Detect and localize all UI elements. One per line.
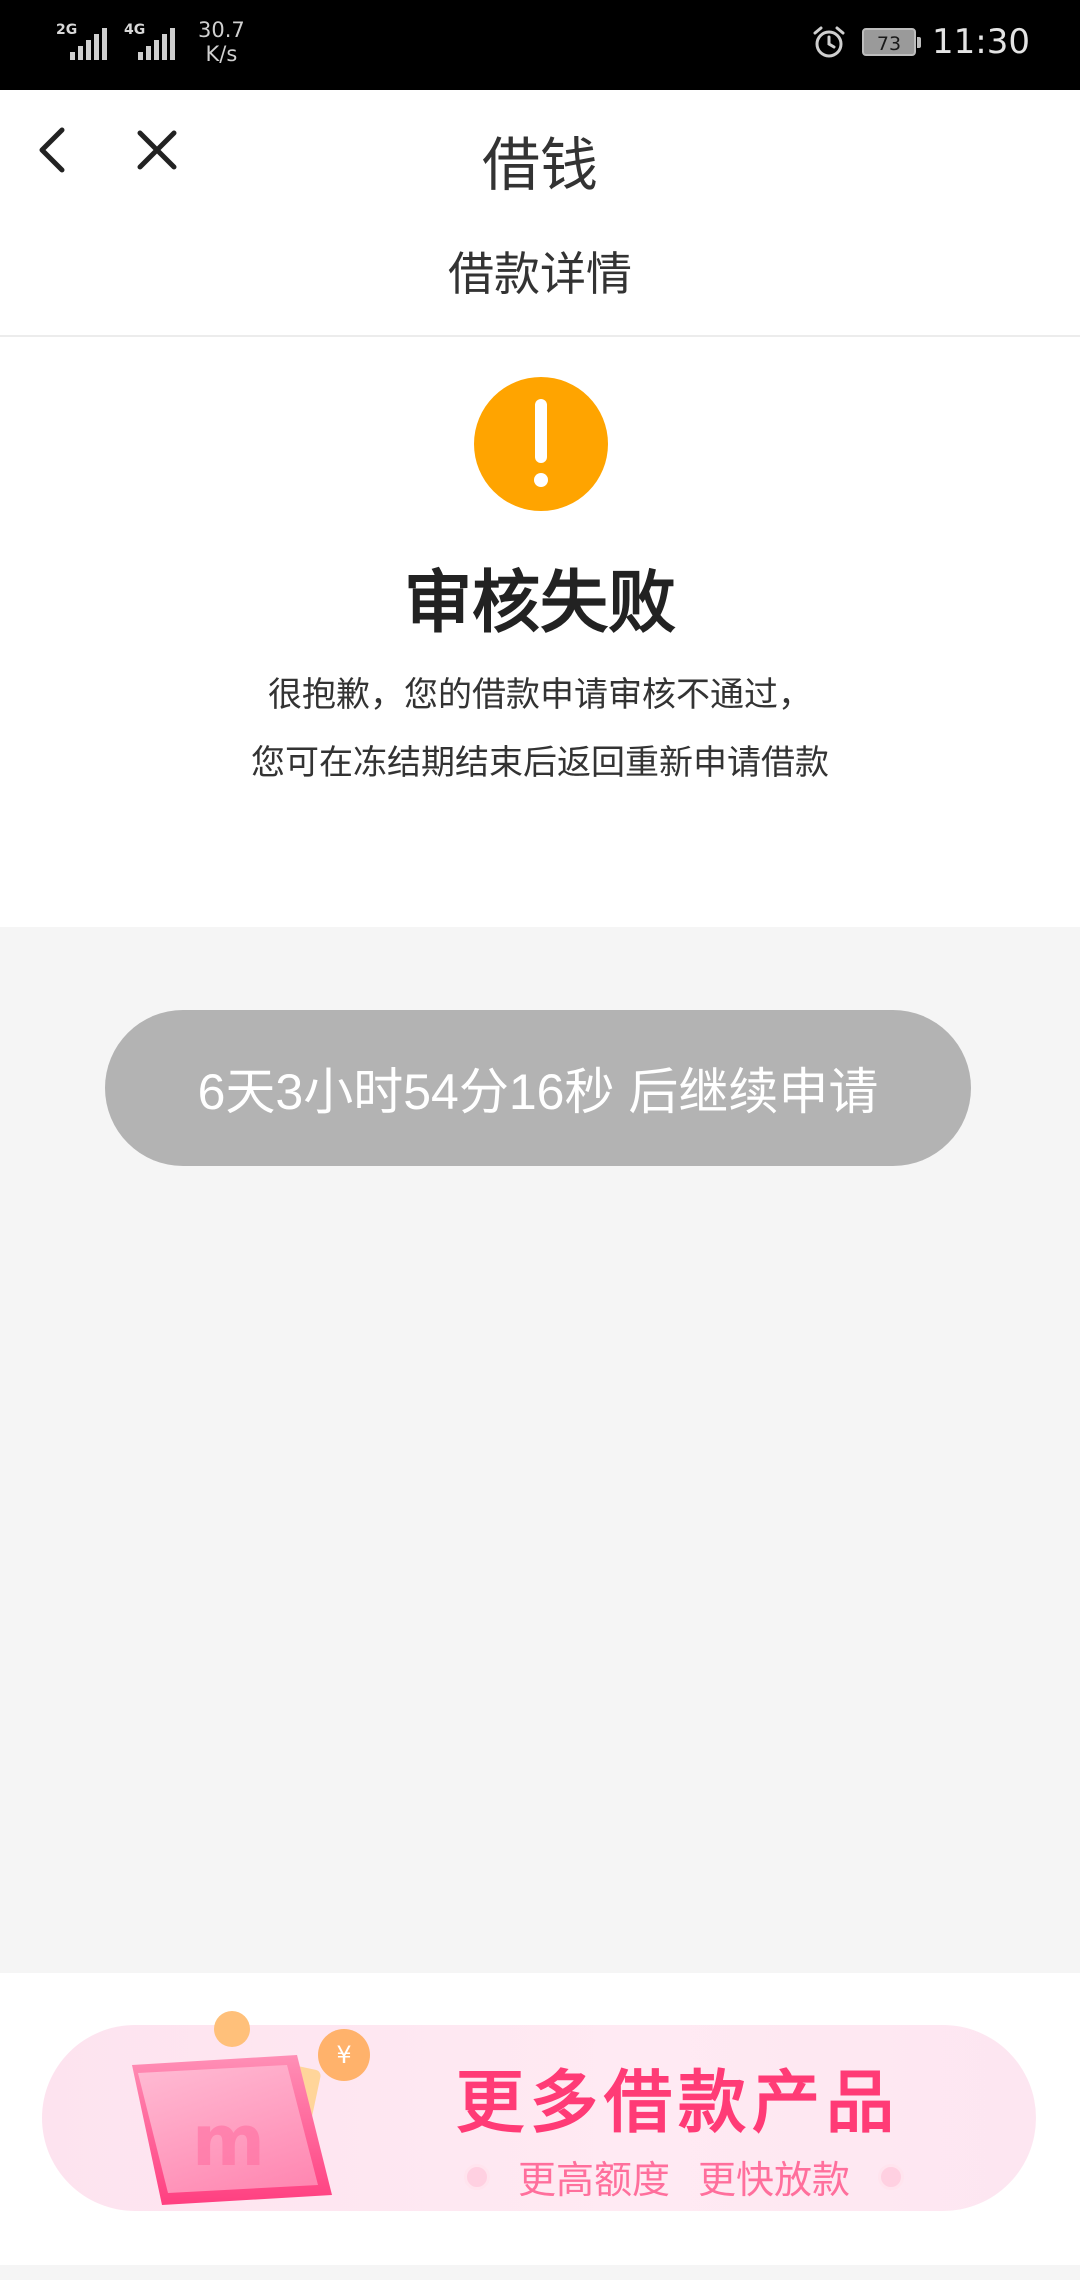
battery-level: 73 <box>876 33 902 55</box>
wallet-coin-icon: ¥ m <box>132 2011 370 2205</box>
page-title: 借钱 <box>481 131 598 199</box>
network-speed: 30.7 K/s <box>198 18 245 66</box>
banner-subtitle: 更高额度 更快放款 <box>464 2149 905 2204</box>
page-header: 借钱 借款详情 <box>0 90 1080 337</box>
battery-icon: 73 <box>862 28 922 56</box>
status-right: 73 11:30 <box>812 22 1030 62</box>
bottom-area: ¥ m 更多借款产品 更高额度 更快放款 <box>0 1973 1080 2265</box>
decor-dot-right-icon <box>878 2163 905 2190</box>
result-title: 审核失败 <box>403 564 676 643</box>
status-left: 2G 4G 30.7 K/s <box>56 18 245 66</box>
signal-4g-icon: 4G <box>124 18 186 62</box>
network-speed-unit: K/s <box>205 42 238 66</box>
svg-text:¥: ¥ <box>336 2041 351 2069</box>
banner-sub-1: 更高额度 <box>518 2158 671 2202</box>
clock: 11:30 <box>932 22 1030 62</box>
network-speed-value: 30.7 <box>198 18 245 42</box>
warning-icon <box>474 377 608 511</box>
result-message-line2: 您可在冻结期结束后返回重新申请借款 <box>251 743 829 783</box>
bottom-edge <box>0 2265 1080 2280</box>
decor-dot-left-icon <box>464 2163 490 2190</box>
status-bar: 2G 4G 30.7 K/s 73 11:30 <box>0 0 1080 90</box>
signal-2g-icon: 2G <box>56 18 118 62</box>
more-loans-banner[interactable]: ¥ m 更多借款产品 更高额度 更快放款 <box>42 2011 1036 2211</box>
result-card: 审核失败 很抱歉，您的借款申请审核不通过， 您可在冻结期结束后返回重新申请借款 <box>0 337 1080 927</box>
banner-sub-2: 更快放款 <box>698 2158 851 2202</box>
reapply-countdown-button[interactable]: 6天3小时54分16秒 后继续申请 <box>105 1010 971 1166</box>
page-subtitle: 借款详情 <box>448 247 632 301</box>
alarm-icon <box>813 26 845 58</box>
banner-title: 更多借款产品 <box>456 2064 901 2143</box>
svg-text:m: m <box>192 2100 265 2182</box>
result-message-line1: 很抱歉，您的借款申请审核不通过， <box>268 675 812 715</box>
